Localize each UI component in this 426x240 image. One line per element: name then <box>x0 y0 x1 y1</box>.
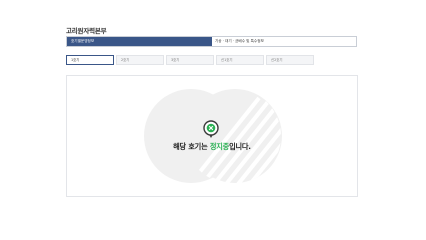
status-message-prefix: 해당 호기는 <box>173 142 210 151</box>
unit-tabs: 1호기 2호기 3호기 신1호기 신2호기 <box>66 55 316 65</box>
header-tab-weather-info[interactable]: 기상 · 대기 · 균배수 및 특수정보 <box>212 37 356 46</box>
unit-status-panel: 해당 호기는 정지중입니다. <box>66 75 358 197</box>
status-message: 해당 호기는 정지중입니다. <box>67 142 357 152</box>
header-tab-unit-info[interactable]: 호기별운영정보 <box>67 37 212 46</box>
tab-unit-1[interactable]: 1호기 <box>66 55 114 65</box>
status-highlight: 정지중 <box>209 142 230 151</box>
tab-unit-3[interactable]: 3호기 <box>166 55 214 65</box>
page-title: 고리원자력본부 <box>66 27 107 35</box>
header-bar: 호기별운영정보 기상 · 대기 · 균배수 및 특수정보 <box>66 36 357 47</box>
tab-unit-shin-2[interactable]: 신2호기 <box>266 55 314 65</box>
tab-unit-2[interactable]: 2호기 <box>116 55 164 65</box>
stop-circle-icon <box>203 120 219 138</box>
tab-unit-shin-1[interactable]: 신1호기 <box>216 55 264 65</box>
status-message-suffix: 입니다. <box>229 142 251 151</box>
